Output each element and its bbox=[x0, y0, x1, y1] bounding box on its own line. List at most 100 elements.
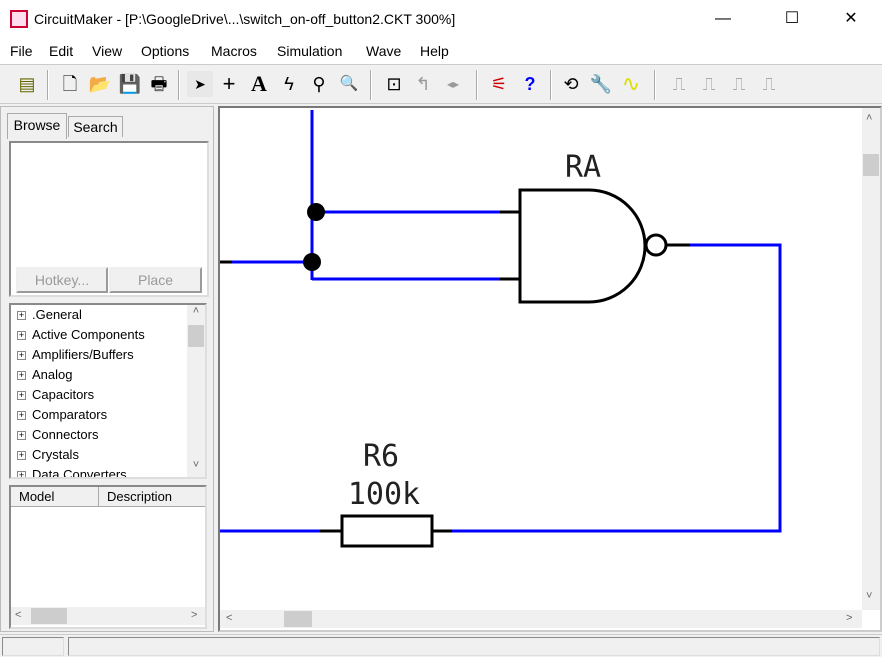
tree-item[interactable]: + Crystals bbox=[17, 447, 79, 462]
menu-view[interactable]: View bbox=[92, 43, 122, 59]
mirror-icon[interactable]: ◂▸ bbox=[440, 71, 466, 97]
tree-scrollbar[interactable]: ˄ ˅ bbox=[187, 305, 205, 477]
trace-icon[interactable]: ⎍ bbox=[696, 71, 722, 97]
scroll-right-icon[interactable]: > bbox=[191, 609, 197, 621]
scroll-down-icon[interactable]: ˅ bbox=[866, 590, 872, 602]
zoom-icon[interactable]: 🔍 bbox=[336, 71, 362, 97]
text-icon[interactable]: A bbox=[246, 71, 272, 97]
place-button[interactable]: Place bbox=[109, 267, 202, 293]
scroll-right-icon[interactable]: > bbox=[846, 612, 852, 624]
scroll-down-icon[interactable]: ˅ bbox=[187, 459, 205, 475]
scroll-thumb[interactable] bbox=[188, 325, 204, 347]
waveform-icon[interactable]: ⎍ bbox=[756, 71, 782, 97]
expand-icon[interactable]: + bbox=[17, 371, 26, 380]
resistor-name: R6 bbox=[363, 439, 399, 474]
maximize-button[interactable]: ☐ bbox=[769, 0, 815, 38]
scroll-up-icon[interactable]: ˄ bbox=[866, 112, 872, 124]
wrench-icon[interactable]: 🔧 bbox=[588, 71, 614, 97]
tree-item-label: Connectors bbox=[32, 427, 99, 442]
expand-icon[interactable]: + bbox=[17, 451, 26, 460]
tree-item[interactable]: + Comparators bbox=[17, 407, 107, 422]
nand-gate-body bbox=[518, 188, 647, 304]
print-icon[interactable]: 🖶 bbox=[146, 71, 172, 97]
menu-edit[interactable]: Edit bbox=[49, 43, 73, 59]
column-model[interactable]: Model bbox=[11, 487, 99, 507]
category-tree: + .General + Active Components + Amplifiers… bbox=[9, 303, 207, 479]
hotkey-button[interactable]: Hotkey... bbox=[16, 267, 108, 293]
tree-item[interactable]: + Data Converters bbox=[17, 467, 127, 479]
tree-item-label: Active Components bbox=[32, 327, 145, 342]
menu-file[interactable]: File bbox=[10, 43, 33, 59]
gate-label: RA bbox=[565, 150, 601, 185]
menu-simulation[interactable]: Simulation bbox=[277, 43, 342, 59]
scroll-thumb[interactable] bbox=[31, 608, 67, 624]
scroll-left-icon[interactable]: < bbox=[15, 609, 21, 621]
schematic-canvas[interactable]: RA R6 100k ˄ ˅ < > bbox=[218, 106, 882, 632]
zoom-fit-icon[interactable]: ⊡ bbox=[381, 71, 407, 97]
expand-icon[interactable]: + bbox=[17, 411, 26, 420]
resistor-r6 bbox=[340, 514, 434, 548]
tree-item-label: Crystals bbox=[32, 447, 79, 462]
toolbar-separator bbox=[178, 70, 180, 100]
open-folder-icon[interactable]: 📂 bbox=[87, 71, 113, 97]
netlist-icon[interactable]: ⚟ bbox=[486, 71, 512, 97]
status-pane bbox=[68, 637, 880, 656]
digital-sim-icon[interactable]: ⎍ bbox=[666, 71, 692, 97]
new-file-icon[interactable]: 🗋 bbox=[57, 71, 83, 97]
toolbar-separator bbox=[654, 70, 656, 100]
toolbar-separator bbox=[370, 70, 372, 100]
tab-search[interactable]: Search bbox=[68, 116, 123, 137]
help-icon[interactable]: ? bbox=[517, 71, 543, 97]
minimize-button[interactable]: — bbox=[700, 0, 746, 38]
menu-options[interactable]: Options bbox=[141, 43, 189, 59]
title-bar: CircuitMaker - [P:\GoogleDrive\...\switc… bbox=[0, 0, 882, 38]
menu-help[interactable]: Help bbox=[420, 43, 449, 59]
run-wave-icon[interactable]: ∿ bbox=[618, 71, 644, 97]
scroll-thumb[interactable] bbox=[284, 611, 312, 627]
lightning-icon[interactable]: ϟ bbox=[276, 71, 302, 97]
menu-wave[interactable]: Wave bbox=[366, 43, 401, 59]
expand-icon[interactable]: + bbox=[17, 351, 26, 360]
tree-item[interactable]: + Connectors bbox=[17, 427, 98, 442]
close-button[interactable]: ✕ bbox=[828, 0, 874, 38]
tree-item[interactable]: + Capacitors bbox=[17, 387, 94, 402]
junction-dot bbox=[303, 253, 321, 271]
schematic-drawing[interactable]: RA R6 100k bbox=[220, 110, 862, 610]
parts-panel: Browse Search Hotkey... Place + .General … bbox=[0, 106, 214, 632]
tree-item-label: Analog bbox=[32, 367, 73, 382]
scroll-thumb[interactable] bbox=[863, 154, 879, 176]
expand-icon[interactable]: + bbox=[17, 391, 26, 400]
parts-icon[interactable]: ▤ bbox=[14, 71, 40, 97]
expand-icon[interactable]: + bbox=[17, 311, 26, 320]
tree-item-label: .General bbox=[32, 307, 82, 322]
tree-item[interactable]: + Amplifiers/Buffers bbox=[17, 347, 134, 362]
reset-icon[interactable]: ⟲ bbox=[558, 71, 584, 97]
column-description[interactable]: Description bbox=[99, 487, 205, 507]
expand-icon[interactable]: + bbox=[17, 471, 26, 477]
expand-icon[interactable]: + bbox=[17, 431, 26, 440]
tree-item[interactable]: + Analog bbox=[17, 367, 72, 382]
rotate-icon[interactable]: ↰ bbox=[410, 71, 436, 97]
horizontal-scrollbar[interactable]: < > bbox=[220, 610, 862, 628]
wire-cross-icon[interactable]: + bbox=[216, 71, 242, 97]
vertical-scrollbar[interactable]: ˄ ˅ bbox=[862, 108, 880, 610]
expand-icon[interactable]: + bbox=[17, 331, 26, 340]
arrow-pointer-icon[interactable]: ➤ bbox=[187, 71, 213, 97]
save-icon[interactable]: 💾 bbox=[117, 71, 143, 97]
scroll-up-icon[interactable]: ˄ bbox=[187, 305, 205, 321]
tree-item-label: Comparators bbox=[32, 407, 108, 422]
resistor-value: 100k bbox=[348, 477, 420, 512]
toolbar-separator bbox=[550, 70, 552, 100]
model-hscrollbar[interactable]: < > bbox=[11, 607, 205, 625]
probe-icon[interactable]: ⚲ bbox=[306, 71, 332, 97]
tree-item[interactable]: + .General bbox=[17, 307, 82, 322]
analog-sim-icon[interactable]: ⎍ bbox=[726, 71, 752, 97]
menu-bar: File Edit View Options Macros Simulation… bbox=[0, 38, 882, 64]
scroll-left-icon[interactable]: < bbox=[226, 612, 232, 624]
toolbar-separator bbox=[47, 70, 49, 100]
tree-item[interactable]: + Active Components bbox=[17, 327, 145, 342]
tree-item-label: Data Converters bbox=[32, 467, 127, 479]
tab-browse[interactable]: Browse bbox=[7, 113, 67, 139]
junction-dot bbox=[307, 203, 325, 221]
menu-macros[interactable]: Macros bbox=[211, 43, 257, 59]
